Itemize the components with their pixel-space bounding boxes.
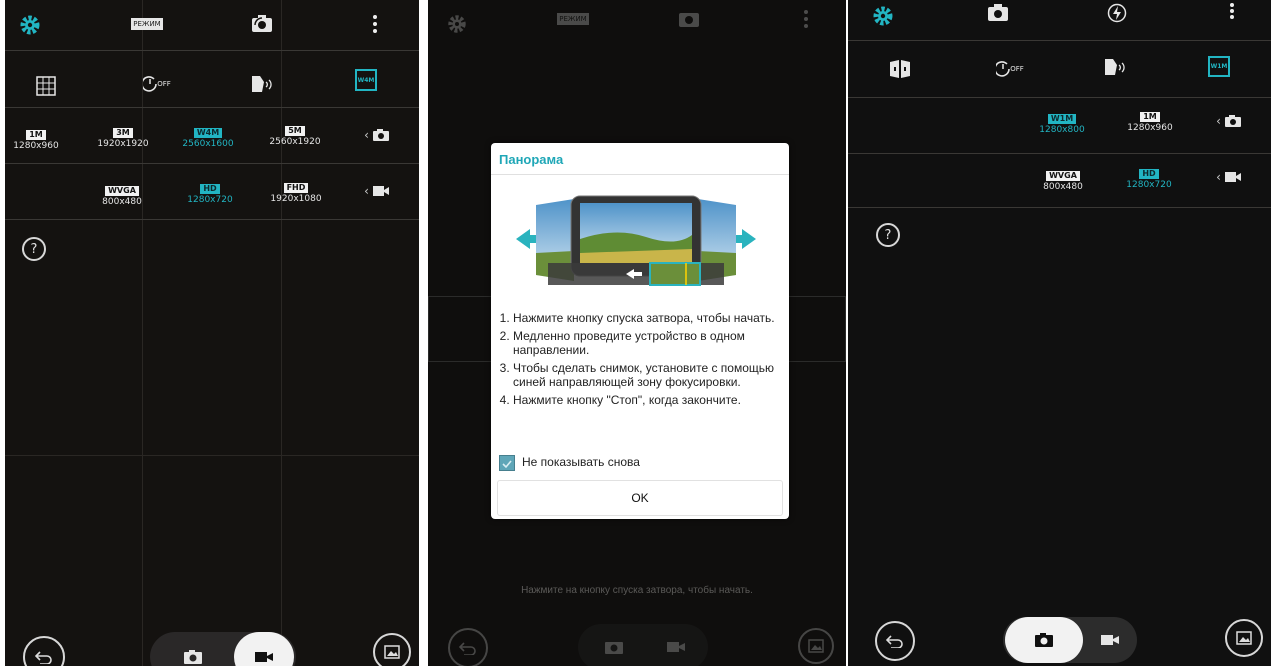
photo-size-w1m[interactable]: W1M 1280x800 [1034, 114, 1090, 136]
photo-size-1m[interactable]: 1M 1280x960 [1120, 112, 1180, 134]
size-tag: 1M [26, 130, 46, 140]
instruction-step: Чтобы сделать снимок, установите с помощ… [513, 361, 793, 389]
size-res: 1920x1080 [270, 194, 322, 204]
settings-gear-icon [445, 12, 469, 36]
size-res: 1280x720 [187, 195, 233, 205]
flash-auto-icon[interactable] [1106, 2, 1128, 24]
instruction-step: Нажмите кнопку спуска затвора, чтобы нач… [513, 311, 793, 325]
size-tag: WVGA [105, 186, 139, 196]
dont-show-again-checkbox[interactable] [499, 455, 515, 471]
size-tag: HD [1139, 169, 1159, 179]
back-icon[interactable] [23, 636, 65, 666]
size-res: 1280x960 [1127, 123, 1173, 133]
image-size-icon[interactable]: W4M [355, 68, 377, 92]
shutter-hint-text: Нажмите на кнопку спуска затвора, чтобы … [521, 585, 753, 596]
voice-shutter-icon[interactable] [249, 72, 273, 96]
capture-mode-switch [1003, 617, 1137, 663]
video-size-hd[interactable]: HD 1280x720 [1120, 169, 1178, 191]
size-res: 1280x800 [1039, 125, 1085, 135]
gallery-icon[interactable] [1225, 619, 1263, 657]
camera-settings-panel-3: OFF W1M W1M 1280x800 1M 1280x960 ‹ WVGA 800… [848, 0, 1271, 666]
image-size-icon-label: W4M [357, 76, 375, 84]
settings-gear-icon[interactable] [17, 12, 43, 38]
gallery-icon[interactable] [373, 633, 411, 666]
more-options-icon[interactable] [1228, 2, 1236, 20]
camera-settings-panel-1: РЕЖИМ OFF W4M 1M 1280x960 3M 1920x1920 W4M… [5, 0, 419, 666]
grid-line [142, 0, 143, 666]
instruction-list: Нажмите кнопку спуска затвора, чтобы нач… [499, 311, 793, 411]
mode-button[interactable]: РЕЖИМ [131, 15, 163, 33]
more-options-icon [802, 8, 810, 30]
photo-camera-icon: ‹ [362, 126, 392, 144]
size-tag: 5M [285, 126, 305, 136]
grid-icon[interactable] [35, 75, 57, 97]
video-mode-button[interactable] [234, 632, 294, 666]
capture-mode-switch [578, 624, 708, 666]
size-tag: 3M [113, 128, 133, 138]
voice-shutter-icon[interactable] [1102, 56, 1126, 78]
capture-mode-switch [150, 632, 296, 666]
size-tag: W4M [193, 128, 223, 138]
ok-button[interactable]: OK [497, 480, 783, 516]
image-size-icon-label: W1M [1210, 62, 1228, 70]
size-tag: WVGA [1046, 171, 1080, 181]
switch-camera-icon[interactable] [984, 2, 1012, 24]
video-camera-icon: ‹ [1214, 168, 1244, 186]
panorama-illustration [516, 191, 756, 291]
video-size-fhd[interactable]: FHD 1920x1080 [265, 183, 327, 205]
instruction-step: Медленно проведите устройство в одном на… [513, 329, 793, 357]
size-tag: 1M [1140, 112, 1160, 122]
beauty-shot-icon[interactable] [888, 58, 912, 80]
size-res: 1920x1920 [97, 139, 149, 149]
video-size-wvga[interactable]: WVGA 800x480 [1036, 171, 1090, 193]
video-camera-icon: ‹ [362, 182, 392, 200]
more-options-icon[interactable] [370, 13, 380, 35]
photo-size-1m[interactable]: 1M 1280x960 [8, 130, 64, 152]
back-icon[interactable] [875, 621, 915, 661]
mode-label: РЕЖИМ [557, 13, 589, 25]
image-size-icon[interactable]: W1M [1208, 55, 1230, 77]
size-res: 2560x1920 [269, 137, 321, 147]
timer-label: OFF [1010, 65, 1024, 73]
video-size-wvga[interactable]: WVGA 800x480 [94, 186, 150, 208]
size-res: 1280x960 [13, 141, 59, 151]
video-mode-button[interactable] [1085, 617, 1135, 663]
mode-label: РЕЖИМ [131, 18, 163, 30]
size-res: 1280x720 [1126, 180, 1172, 190]
photo-size-3m[interactable]: 3M 1920x1920 [93, 128, 153, 150]
grid-line [5, 455, 419, 456]
back-icon [448, 628, 488, 666]
settings-gear-icon[interactable] [870, 3, 896, 29]
mode-button: РЕЖИМ [557, 10, 589, 28]
dialog-title: Панорама [499, 152, 564, 167]
size-res: 800x480 [1043, 182, 1083, 192]
video-mode-button [648, 624, 704, 666]
size-tag: W1M [1047, 114, 1077, 124]
size-res: 800x480 [102, 197, 142, 207]
dont-show-again-label: Не показывать снова [522, 455, 640, 469]
help-icon[interactable]: ? [22, 237, 46, 261]
size-tag: HD [200, 184, 220, 194]
size-res: 2560x1600 [182, 139, 234, 149]
help-icon[interactable]: ? [876, 223, 900, 247]
grid-line [281, 0, 282, 666]
photo-mode-button [584, 624, 644, 666]
photo-size-5m[interactable]: 5M 2560x1920 [264, 126, 326, 148]
timer-icon[interactable]: OFF [140, 72, 174, 96]
photo-mode-button[interactable] [154, 632, 232, 666]
camera-panorama-panel: РЕЖИМ Нажмите на кнопку спуска затвора, … [428, 0, 846, 666]
instruction-step: Нажмите кнопку "Стоп", когда закончите. [513, 393, 793, 407]
gallery-icon [798, 628, 834, 664]
size-tag: FHD [283, 183, 309, 193]
photo-mode-button[interactable] [1005, 617, 1083, 663]
photo-camera-icon: ‹ [1214, 112, 1244, 130]
video-size-hd[interactable]: HD 1280x720 [180, 184, 240, 206]
switch-camera-icon[interactable] [248, 12, 276, 36]
timer-icon[interactable]: OFF [994, 58, 1026, 80]
photo-size-w4m[interactable]: W4M 2560x1600 [175, 128, 241, 150]
panorama-dialog: Панорама 1. Нажмите кнопку спуска затвор… [491, 143, 789, 519]
timer-label: OFF [157, 80, 171, 88]
switch-camera-icon [675, 8, 703, 30]
